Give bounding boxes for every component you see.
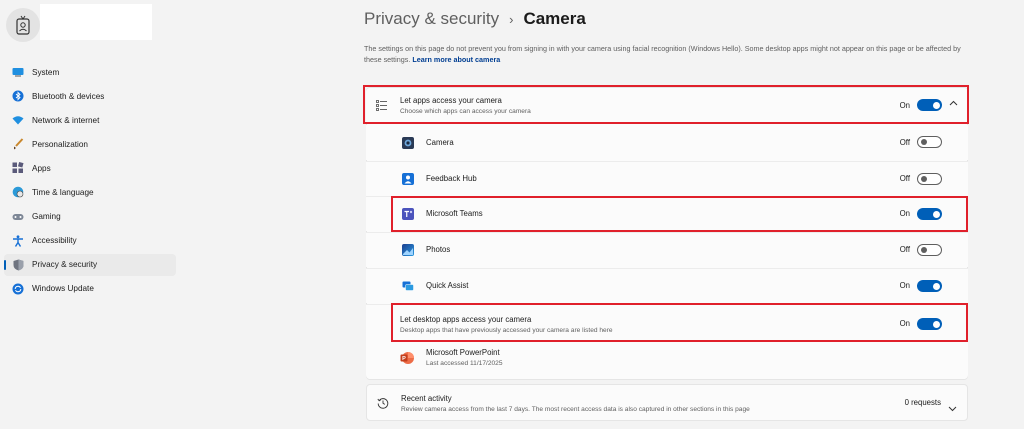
svg-text:P: P	[402, 356, 406, 362]
app-row-camera: Camera Off	[366, 125, 968, 160]
sidebar-item-label: Network & internet	[32, 115, 100, 125]
sidebar-item-system[interactable]: System	[4, 61, 176, 83]
app-access-state: On	[899, 100, 910, 110]
quick-assist-icon	[402, 280, 414, 292]
sidebar-item-label: Bluetooth & devices	[32, 91, 105, 101]
sidebar-item-label: Gaming	[32, 212, 61, 222]
camera-app-icon	[402, 137, 414, 149]
desktop-access-state: On	[899, 319, 910, 328]
sidebar-item-gaming[interactable]: Gaming	[4, 206, 176, 228]
recent-activity-subtitle: Review camera access from the last 7 day…	[401, 406, 750, 413]
sidebar-item-apps[interactable]: Apps	[4, 157, 176, 179]
desktop-app-row-powerpoint: P Microsoft PowerPoint Last accessed 11/…	[366, 343, 968, 379]
sidebar-item-network[interactable]: Network & internet	[4, 109, 176, 131]
list-checks-icon	[376, 99, 388, 111]
desktop-app-last-accessed: Last accessed 11/17/2025	[426, 360, 503, 367]
app-state: Off	[899, 174, 910, 183]
photos-app-icon	[402, 244, 414, 256]
chevron-down-icon[interactable]	[948, 399, 957, 417]
app-state: Off	[899, 138, 910, 147]
id-badge-icon	[16, 15, 30, 35]
desktop-access-row: Let desktop apps access your camera Desk…	[366, 305, 968, 343]
sidebar-nav: System Bluetooth & devices Network & int…	[4, 61, 176, 302]
quick-assist-toggle[interactable]	[917, 280, 942, 292]
app-row-feedback-hub: Feedback Hub Off	[366, 162, 968, 196]
sidebar-item-label: Privacy & security	[32, 260, 98, 270]
desktop-app-name: Microsoft PowerPoint	[426, 348, 500, 357]
breadcrumb-current: Camera	[523, 9, 586, 28]
photos-toggle[interactable]	[917, 244, 942, 256]
user-name-box	[40, 4, 152, 40]
chevron-up-icon[interactable]	[949, 98, 958, 109]
page-description: The settings on this page do not prevent…	[364, 43, 970, 65]
sidebar-item-label: Apps	[32, 163, 51, 173]
sidebar-item-bluetooth[interactable]: Bluetooth & devices	[4, 85, 176, 107]
accessibility-icon	[12, 235, 24, 247]
app-row-microsoft-teams: Microsoft Teams On	[366, 197, 968, 231]
breadcrumb-separator-icon: ›	[509, 11, 514, 27]
app-row-photos: Photos Off	[366, 233, 968, 267]
learn-more-link[interactable]: Learn more about camera	[412, 55, 500, 64]
desktop-access-toggle[interactable]	[917, 318, 942, 330]
monitor-icon	[12, 66, 24, 78]
shield-icon	[12, 259, 24, 271]
app-name: Feedback Hub	[426, 174, 477, 183]
camera-app-toggle[interactable]	[917, 136, 942, 148]
apps-icon	[12, 162, 24, 174]
microsoft-teams-toggle[interactable]	[917, 208, 942, 220]
app-access-toggle[interactable]	[917, 99, 942, 111]
app-access-title: Let apps access your camera	[400, 96, 502, 105]
app-row-quick-assist: Quick Assist On	[366, 269, 968, 303]
feedback-hub-toggle[interactable]	[917, 173, 942, 185]
app-name: Photos	[426, 245, 451, 254]
sidebar: System Bluetooth & devices Network & int…	[0, 0, 180, 429]
app-access-subtitle: Choose which apps can access your camera	[400, 108, 531, 115]
app-name: Microsoft Teams	[426, 209, 483, 218]
app-name: Quick Assist	[426, 281, 469, 290]
recent-activity-count: 0 requests	[904, 398, 941, 407]
app-name: Camera	[426, 138, 454, 147]
divider	[366, 123, 968, 124]
sidebar-item-label: Accessibility	[32, 236, 77, 246]
sidebar-item-time-language[interactable]: Time & language	[4, 181, 176, 203]
wifi-icon	[12, 114, 24, 126]
avatar[interactable]	[6, 8, 40, 42]
bluetooth-icon	[12, 90, 24, 102]
page-title: Privacy & security › Camera	[364, 9, 586, 29]
recent-activity-title: Recent activity	[401, 394, 452, 403]
desktop-access-title: Let desktop apps access your camera	[400, 315, 532, 324]
app-state: On	[899, 281, 910, 290]
sidebar-item-label: Personalization	[32, 139, 88, 149]
app-access-row[interactable]: Let apps access your camera Choose which…	[366, 88, 968, 122]
user-profile[interactable]	[6, 8, 40, 42]
microsoft-teams-icon	[402, 208, 414, 220]
update-icon	[12, 283, 24, 295]
powerpoint-icon: P	[400, 351, 414, 365]
sidebar-item-windows-update[interactable]: Windows Update	[4, 278, 176, 300]
desktop-access-subtitle: Desktop apps that have previously access…	[400, 327, 613, 334]
breadcrumb-privacy-security[interactable]: Privacy & security	[364, 9, 499, 29]
app-state: Off	[899, 245, 910, 254]
sidebar-item-personalization[interactable]: Personalization	[4, 133, 176, 155]
app-state: On	[899, 209, 910, 218]
sidebar-item-label: System	[32, 67, 60, 77]
recent-activity-card[interactable]: Recent activity Review camera access fro…	[366, 384, 968, 421]
sidebar-item-label: Windows Update	[32, 284, 94, 294]
sidebar-item-label: Time & language	[32, 187, 94, 197]
sidebar-item-privacy-security[interactable]: Privacy & security	[4, 253, 176, 276]
brush-icon	[12, 138, 24, 150]
sidebar-item-accessibility[interactable]: Accessibility	[4, 230, 176, 252]
feedback-hub-icon	[402, 173, 414, 185]
history-icon	[377, 397, 389, 409]
gamepad-icon	[12, 211, 24, 223]
globe-clock-icon	[12, 186, 24, 198]
